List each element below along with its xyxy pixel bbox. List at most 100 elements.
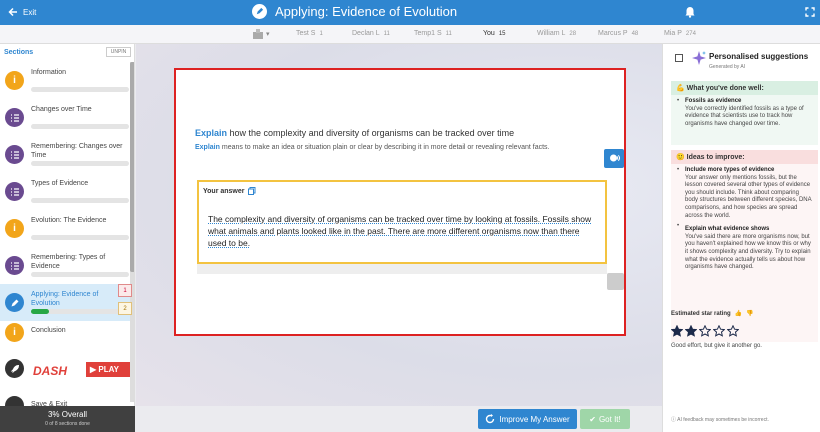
answer-text[interactable]: The complexity and diversity of organism… — [208, 213, 598, 249]
feedback-item: Include more types of evidenceYour answe… — [671, 164, 818, 220]
sparkle-icon — [692, 51, 706, 65]
section-progress-bar — [31, 87, 129, 92]
side-tool-button[interactable] — [607, 273, 624, 290]
star-rating — [671, 325, 739, 337]
info-icon: i — [5, 323, 24, 342]
rating-message: Good effort, but give it another go. — [671, 343, 762, 349]
scrollbar-thumb[interactable] — [130, 62, 134, 272]
got-it-label: Got It! — [598, 414, 621, 424]
section-progress-bar — [31, 272, 129, 277]
student-entry: William L 28 — [537, 30, 577, 37]
speaker-icon — [609, 154, 620, 162]
ai-disclaimer: ⓘ AI feedback may sometimes be incorrect… — [671, 417, 769, 423]
list-icon — [5, 108, 24, 127]
feedback-item: Explain what evidence showsYou've said t… — [671, 220, 818, 272]
section-progress-bar — [31, 235, 129, 240]
section-item-information[interactable]: i Information — [0, 62, 130, 99]
exit-button[interactable]: Exit — [8, 7, 36, 17]
student-entry: Test S1 — [296, 30, 323, 37]
feedback-item: Fossils as evidenceYou've correctly iden… — [671, 95, 818, 128]
rocket-icon — [5, 359, 24, 378]
command-definition: Explain means to make an idea or situati… — [195, 144, 549, 151]
star-rating-label: Estimated star rating 👍 👎 — [671, 310, 754, 318]
top-bar: Exit Applying: Evidence of Evolution — [0, 0, 820, 25]
sidebar-scrollbar[interactable] — [130, 62, 134, 402]
check-icon: ✔ — [589, 414, 596, 424]
sections-sidebar: Sections UNPIN i Information Changes ove… — [0, 44, 135, 432]
chevron-down-icon: ▾ — [266, 31, 270, 38]
answer-label-group: Your answer — [203, 187, 256, 195]
student-entry: Mia P 274 — [664, 30, 696, 37]
section-label: Conclusion — [31, 327, 66, 334]
section-item-changes-over-time[interactable]: Changes over Time — [0, 99, 130, 136]
answer-label: Your answer — [203, 187, 245, 195]
list-icon — [5, 145, 24, 164]
panel-subtitle: Generated by AI — [709, 64, 746, 70]
fullscreen-icon[interactable] — [805, 7, 815, 17]
sections-done: 0 of 8 sections done — [45, 421, 90, 427]
play-icon: ▶ — [90, 365, 97, 374]
section-label: Information — [31, 69, 67, 76]
pencil-badge-icon — [252, 4, 267, 19]
flexed-bicep-icon: 💪 — [676, 85, 685, 92]
section-label: Evolution: The Evidence — [31, 217, 107, 224]
student-entry-self: You 15 — [483, 30, 506, 37]
thumbs-down-icon[interactable]: 👎 — [746, 310, 753, 317]
section-label: Remembering: Changes over Time — [31, 143, 123, 159]
star-filled-icon — [685, 325, 697, 337]
section-progress-bar — [31, 198, 129, 203]
done-well-box: 💪 What you've done well: Fossils as evid… — [671, 81, 818, 145]
collapse-panel-icon[interactable] — [675, 54, 683, 62]
read-aloud-button[interactable] — [604, 149, 624, 168]
section-item-remembering-changes[interactable]: Remembering: Changes over Time — [0, 136, 130, 173]
page-title: Applying: Evidence of Evolution — [275, 4, 458, 19]
smile-icon: 🙂 — [676, 154, 685, 161]
section-item-conclusion[interactable]: i Conclusion — [0, 314, 130, 351]
definition-word: Explain — [195, 144, 220, 151]
star-empty-icon — [699, 325, 711, 337]
dash-logo: DASH — [33, 364, 68, 378]
question-prompt: Explain how the complexity and diversity… — [195, 128, 514, 138]
suggestions-panel: Personalised suggestions Generated by AI… — [662, 44, 820, 432]
section-progress-bar — [31, 124, 129, 129]
student-entry: Temp1 S 11 — [414, 30, 452, 37]
section-item-evolution-evidence[interactable]: i Evolution: The Evidence — [0, 210, 130, 247]
answer-box[interactable]: Your answer The complexity and diversity… — [197, 180, 607, 264]
play-button[interactable]: ▶ PLAY — [86, 362, 130, 377]
star-filled-icon — [671, 325, 683, 337]
info-circle-icon: ⓘ — [671, 417, 677, 423]
improve-answer-button[interactable]: Improve My Answer — [478, 409, 577, 429]
got-it-button[interactable]: ✔ Got It! — [580, 409, 630, 429]
ideas-heading: 🙂 Ideas to improve: — [671, 150, 818, 164]
arrow-left-icon — [8, 7, 17, 17]
student-entry: Declan L 11 — [352, 30, 390, 37]
class-selector[interactable]: ▾ — [252, 28, 270, 40]
copy-icon[interactable] — [247, 187, 256, 195]
marker-1[interactable]: 1 — [118, 284, 132, 297]
section-label: Applying: Evidence of Evolution — [31, 291, 99, 307]
question-card: Explain how the complexity and diversity… — [174, 68, 626, 336]
list-icon — [5, 182, 24, 201]
marker-2[interactable]: 2 — [118, 302, 132, 315]
exit-label: Exit — [23, 7, 37, 17]
sections-heading: Sections — [4, 49, 34, 56]
star-empty-icon — [713, 325, 725, 337]
question-text: how the complexity and diversity of orga… — [229, 128, 515, 138]
section-item-types-of-evidence[interactable]: Types of Evidence — [0, 173, 130, 210]
bell-icon[interactable] — [684, 6, 696, 18]
section-item-remembering-types[interactable]: Remembering: Types of Evidence — [0, 247, 130, 284]
improve-label: Improve My Answer — [499, 414, 570, 424]
definition-text: means to make an idea or situation plain… — [221, 144, 550, 151]
section-label: Changes over Time — [31, 106, 92, 113]
done-well-heading: 💪 What you've done well: — [671, 81, 818, 95]
info-icon: i — [5, 219, 24, 238]
thumbs-up-icon[interactable]: 👍 — [735, 310, 742, 317]
command-word: Explain — [195, 128, 228, 138]
page-title-group: Applying: Evidence of Evolution — [252, 4, 457, 19]
class-ribbon: ▾ Test S1 Declan L 11 Temp1 S 11 You 15 Wil… — [0, 25, 820, 44]
panel-title: Personalised suggestions — [709, 52, 809, 61]
section-label: Types of Evidence — [31, 180, 89, 187]
unpin-button[interactable]: UNPIN — [106, 47, 131, 57]
section-progress-bar — [31, 161, 129, 166]
dash-game-promo[interactable]: DASH ▶ PLAY — [0, 350, 130, 387]
